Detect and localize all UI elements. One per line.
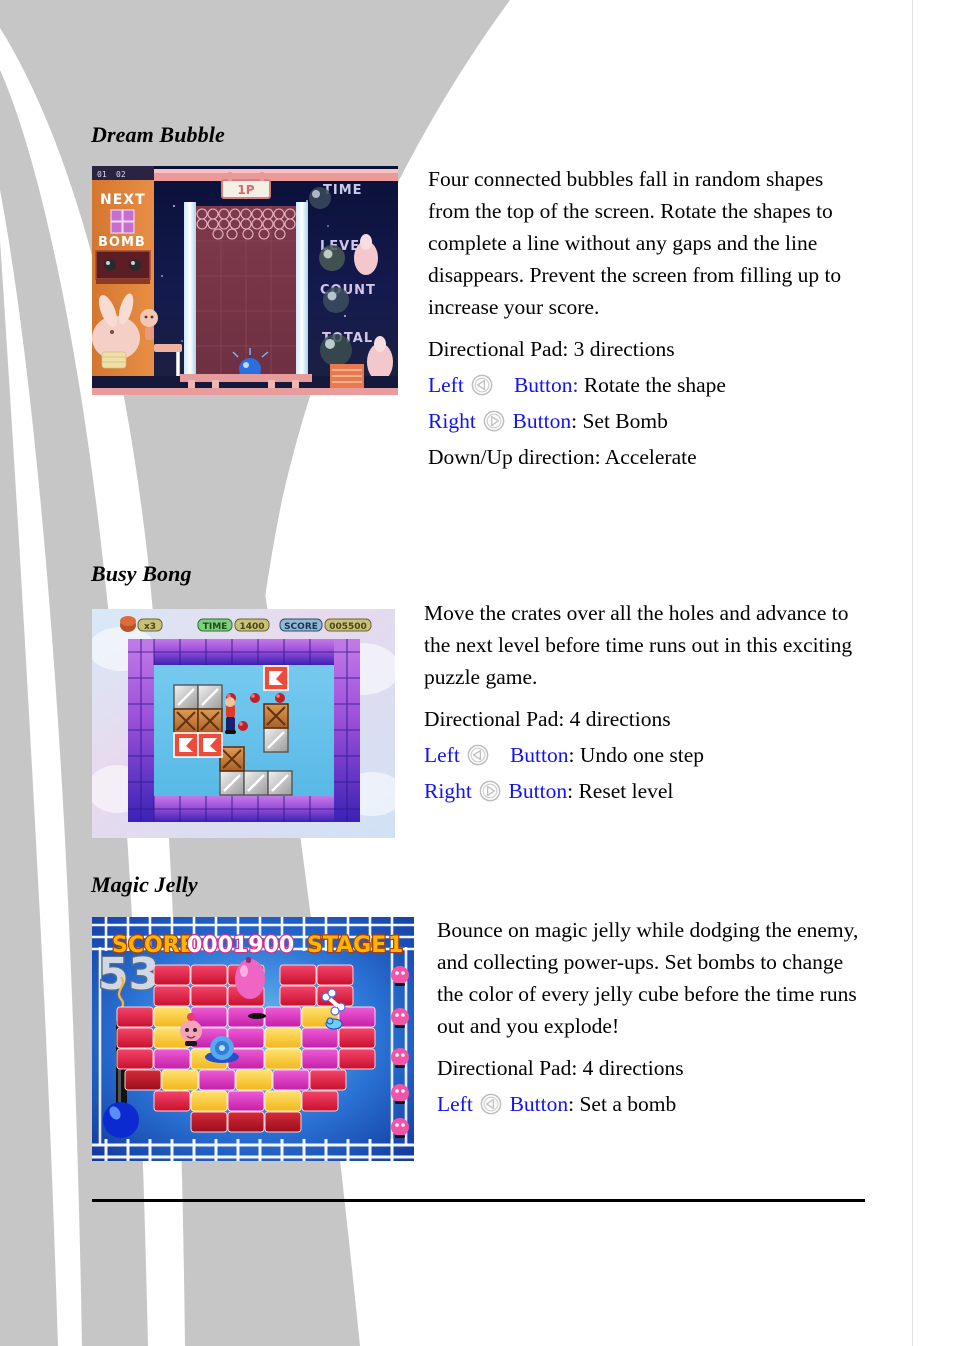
dream-bubble-description: Four connected bubbles fall in random sh…: [428, 167, 842, 319]
magic-jelly-dpad: Directional Pad: 4 directions: [437, 1056, 684, 1080]
left-button-icon: [480, 1092, 502, 1115]
svg-text:0001900: 0001900: [187, 933, 294, 958]
section-title-dream-bubble: Dream Bubble: [91, 122, 225, 147]
svg-text:BOMB: BOMB: [98, 235, 146, 250]
section-title-magic-jelly: Magic Jelly: [91, 872, 198, 897]
dream-bubble-screenshot: 01 02 NEXT BOMB 1P TIME LEVEL COUNT TOTA…: [92, 166, 398, 395]
control-action: Rotate the shape: [583, 373, 726, 397]
control-side-label: Right: [428, 409, 476, 433]
svg-text:TIME: TIME: [203, 622, 228, 632]
control-action: Undo one step: [579, 743, 705, 767]
svg-text:02: 02: [116, 170, 126, 179]
svg-text:1400: 1400: [239, 622, 264, 632]
svg-text:01: 01: [97, 170, 107, 179]
svg-text:x3: x3: [144, 622, 156, 632]
busy-bong-control-right: Right Button: Reset level: [424, 775, 869, 807]
control-side-label: Left: [437, 1092, 473, 1116]
dream-bubble-extra: Down/Up direction: Accelerate: [428, 445, 697, 469]
control-action: Set Bomb: [582, 409, 668, 433]
left-button-icon: [467, 743, 489, 766]
magic-jelly-description: Bounce on magic jelly while dodging the …: [437, 918, 859, 1038]
svg-text:1P: 1P: [237, 183, 254, 197]
dream-bubble-dpad: Directional Pad: 3 directions: [428, 337, 675, 361]
control-colon: :: [568, 743, 575, 767]
control-button-word: Button:: [513, 373, 579, 397]
svg-text:NEXT: NEXT: [100, 192, 146, 208]
control-side-label: Right: [424, 779, 472, 803]
control-action: Reset level: [578, 779, 674, 803]
control-button-word: Button: [508, 779, 568, 803]
control-side-label: Left: [428, 373, 464, 397]
busy-bong-dpad: Directional Pad: 4 directions: [424, 707, 671, 731]
svg-text:005500: 005500: [329, 622, 367, 632]
control-button-word: Button: [509, 1092, 569, 1116]
svg-text:SCORE: SCORE: [284, 622, 318, 632]
control-button-word: Button: [512, 409, 572, 433]
right-button-icon: [479, 779, 501, 802]
dream-bubble-control-left: Left Button: Rotate the shape: [428, 369, 868, 401]
magic-jelly-control-left: Left Button: Set a bomb: [437, 1088, 869, 1120]
dream-bubble-copy: Four connected bubbles fall in random sh…: [428, 163, 868, 477]
busy-bong-description: Move the crates over all the holes and a…: [424, 601, 853, 689]
svg-text:STAGE: STAGE: [307, 933, 386, 958]
control-colon: :: [571, 409, 578, 433]
right-button-icon: [483, 409, 505, 432]
busy-bong-control-left: Left Button: Undo one step: [424, 739, 869, 771]
dream-bubble-control-right: Right Button: Set Bomb: [428, 405, 868, 437]
magic-jelly-screenshot: SCORE 0001900 STAGE 1 53: [92, 917, 414, 1161]
control-side-label: Left: [424, 743, 460, 767]
left-button-icon: [471, 373, 493, 396]
svg-text:1: 1: [388, 933, 403, 958]
control-button-word: Button: [509, 743, 569, 767]
manual-page: Dream Bubble 01 02 NEXT BOMB 1P TIME LEV…: [0, 0, 954, 1346]
section-title-busy-bong: Busy Bong: [91, 561, 192, 586]
footer-rule: [92, 1199, 865, 1202]
control-colon: :: [567, 779, 574, 803]
magic-jelly-copy: Bounce on magic jelly while dodging the …: [437, 914, 869, 1124]
busy-bong-screenshot: x3 TIME 1400 SCORE 005500: [92, 609, 395, 838]
svg-text:53: 53: [98, 949, 159, 1000]
control-action: Set a bomb: [579, 1092, 677, 1116]
control-colon: :: [568, 1092, 575, 1116]
busy-bong-copy: Move the crates over all the holes and a…: [424, 597, 869, 811]
